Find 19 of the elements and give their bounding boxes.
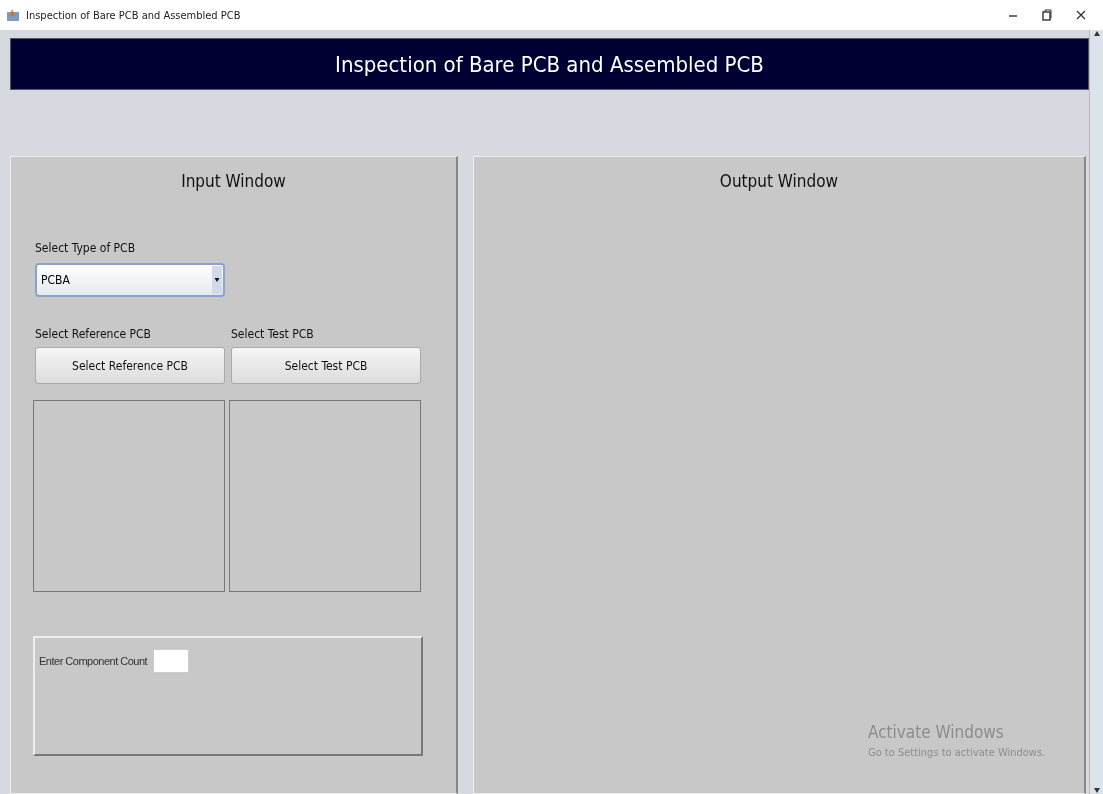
- field-label: Select Type of PCB: [35, 241, 137, 255]
- panel-title: Input Window: [181, 171, 286, 191]
- app-icon: [6, 8, 20, 22]
- pcb-type-dropdown[interactable]: PCBA: [35, 263, 225, 297]
- caret-icon[interactable]: [212, 266, 222, 294]
- scroll-down-icon[interactable]: [1092, 786, 1101, 794]
- field-label: Select Reference PCB: [35, 327, 152, 341]
- restore-icon[interactable]: [1041, 9, 1053, 21]
- component-count-field[interactable]: [153, 649, 190, 673]
- field-label: Enter Component Count: [39, 654, 148, 669]
- select-test-button[interactable]: Select Test PCB: [231, 347, 421, 384]
- activation-title: Activate Windows: [868, 722, 1005, 742]
- panel-title: Output Window: [719, 171, 839, 191]
- close-icon[interactable]: [1075, 9, 1087, 21]
- scrollbar[interactable]: [1089, 30, 1103, 794]
- banner-title: Inspection of Bare PCB and Assembled PCB: [10, 38, 1089, 90]
- window-title: Inspection of Bare PCB and Assembled PCB: [26, 8, 242, 22]
- field-label: Select Test PCB: [231, 327, 315, 341]
- select-reference-button[interactable]: Select Reference PCB: [35, 347, 225, 384]
